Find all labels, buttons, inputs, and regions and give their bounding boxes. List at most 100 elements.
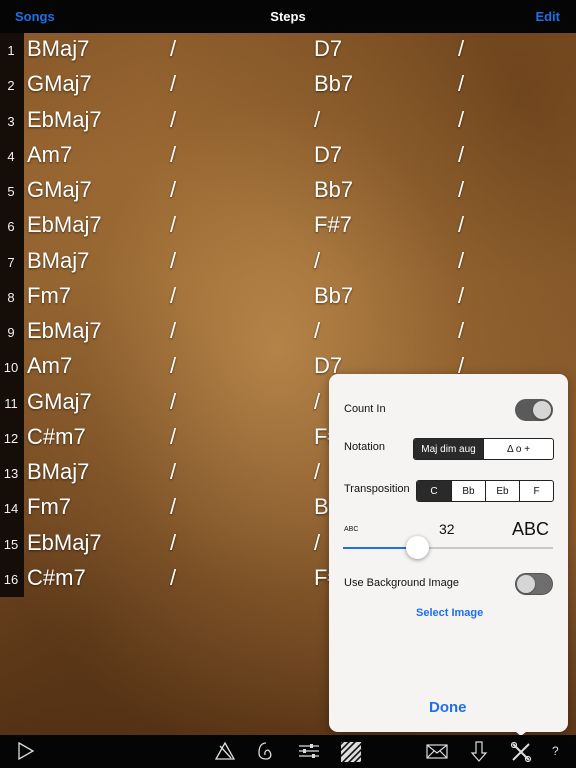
- background-image-switch[interactable]: [515, 573, 553, 595]
- transposition-option-c[interactable]: C: [417, 481, 451, 501]
- tools-icon[interactable]: [510, 741, 532, 763]
- bottom-toolbar: ?: [0, 735, 576, 768]
- chord-cell[interactable]: Am7: [27, 353, 72, 379]
- chord-cell[interactable]: /: [458, 142, 464, 168]
- chord-cell[interactable]: /: [170, 530, 176, 556]
- select-image-button[interactable]: Select Image: [416, 607, 483, 619]
- chord-cell[interactable]: /: [170, 459, 176, 485]
- chord-row[interactable]: 5 GMaj7 / Bb7 /: [0, 174, 576, 209]
- transposition-option-f[interactable]: F: [519, 481, 553, 501]
- chord-row[interactable]: 4 Am7 / D7 /: [0, 139, 576, 174]
- chord-cell[interactable]: /: [314, 389, 320, 415]
- row-number: 6: [7, 219, 15, 235]
- mixer-icon[interactable]: [298, 741, 320, 761]
- notation-segmented-control: Maj dim aug Δ o +: [413, 438, 554, 460]
- chord-cell[interactable]: Bb7: [314, 177, 353, 203]
- chord-cell[interactable]: F#7: [314, 212, 352, 238]
- chord-row[interactable]: 9 EbMaj7 / / /: [0, 315, 576, 350]
- help-icon[interactable]: ?: [552, 744, 559, 758]
- chord-cell[interactable]: /: [314, 248, 320, 274]
- chord-cell[interactable]: /: [458, 318, 464, 344]
- count-in-label: Count In: [344, 403, 386, 415]
- font-size-slider-thumb[interactable]: [405, 536, 429, 559]
- chord-cell[interactable]: EbMaj7: [27, 107, 102, 133]
- chord-cell[interactable]: /: [170, 248, 176, 274]
- chord-cell[interactable]: /: [170, 107, 176, 133]
- count-in-switch[interactable]: [515, 399, 553, 421]
- edit-button[interactable]: Edit: [535, 9, 560, 24]
- chord-cell[interactable]: BMaj7: [27, 36, 89, 62]
- font-size-value: 32: [439, 521, 455, 537]
- chord-row[interactable]: 7 BMaj7 / / /: [0, 245, 576, 280]
- chord-cell[interactable]: EbMaj7: [27, 318, 102, 344]
- pattern-icon[interactable]: [340, 741, 362, 763]
- chord-cell[interactable]: /: [170, 212, 176, 238]
- chord-row[interactable]: 1 BMaj7 / D7 /: [0, 33, 576, 68]
- chord-row[interactable]: 6 EbMaj7 / F#7 /: [0, 209, 576, 244]
- chord-cell[interactable]: GMaj7: [27, 177, 92, 203]
- notation-option-symbols[interactable]: Δ o +: [483, 439, 553, 459]
- chord-cell[interactable]: EbMaj7: [27, 212, 102, 238]
- chord-cell[interactable]: Am7: [27, 142, 72, 168]
- chord-cell[interactable]: /: [170, 318, 176, 344]
- download-icon[interactable]: [470, 741, 488, 762]
- chord-cell[interactable]: /: [170, 389, 176, 415]
- chord-cell[interactable]: /: [458, 36, 464, 62]
- chord-cell[interactable]: BMaj7: [27, 248, 89, 274]
- metronome-icon[interactable]: [256, 741, 276, 761]
- row-number: 10: [3, 360, 19, 376]
- chord-cell[interactable]: /: [314, 107, 320, 133]
- row-number: 1: [7, 43, 15, 58]
- chord-cell[interactable]: Bb7: [314, 71, 353, 97]
- chord-cell[interactable]: /: [170, 177, 176, 203]
- chord-cell[interactable]: /: [170, 36, 176, 62]
- row-number: 5: [7, 184, 15, 199]
- chord-cell[interactable]: /: [170, 142, 176, 168]
- chord-cell[interactable]: /: [170, 283, 176, 309]
- chord-cell[interactable]: D7: [314, 142, 342, 168]
- chord-row[interactable]: 8 Fm7 / Bb7 /: [0, 280, 576, 315]
- chord-cell[interactable]: /: [170, 353, 176, 379]
- chord-cell[interactable]: /: [458, 212, 464, 238]
- mail-icon[interactable]: [426, 741, 448, 761]
- chord-cell[interactable]: /: [314, 318, 320, 344]
- page-title: Steps: [270, 9, 306, 24]
- chord-cell[interactable]: /: [170, 71, 176, 97]
- settings-popover: [329, 374, 568, 732]
- chord-cell[interactable]: /: [314, 530, 320, 556]
- transposition-option-eb[interactable]: Eb: [485, 481, 519, 501]
- notation-option-standard[interactable]: Maj dim aug: [414, 439, 483, 459]
- clear-icon[interactable]: [214, 741, 236, 761]
- chord-cell[interactable]: C#m7: [27, 424, 86, 450]
- background-image-label: Use Background Image: [344, 577, 459, 589]
- chord-cell[interactable]: /: [170, 494, 176, 520]
- transposition-label: Transposition: [344, 483, 410, 495]
- chord-cell[interactable]: D7: [314, 36, 342, 62]
- chord-cell[interactable]: /: [458, 283, 464, 309]
- font-size-slider[interactable]: [343, 547, 553, 549]
- done-button[interactable]: Done: [429, 699, 467, 716]
- chord-cell[interactable]: EbMaj7: [27, 530, 102, 556]
- chord-cell[interactable]: /: [458, 177, 464, 203]
- chord-cell[interactable]: /: [314, 459, 320, 485]
- chord-cell[interactable]: /: [458, 248, 464, 274]
- chord-cell[interactable]: /: [170, 424, 176, 450]
- chord-cell[interactable]: /: [170, 565, 176, 591]
- row-number: 13: [3, 466, 19, 481]
- chord-cell[interactable]: GMaj7: [27, 71, 92, 97]
- play-icon[interactable]: [16, 741, 36, 761]
- chord-cell[interactable]: /: [458, 107, 464, 133]
- chord-cell[interactable]: /: [458, 71, 464, 97]
- transposition-option-bb[interactable]: Bb: [451, 481, 485, 501]
- chord-cell[interactable]: Fm7: [27, 494, 71, 520]
- chord-cell[interactable]: GMaj7: [27, 389, 92, 415]
- songs-button[interactable]: Songs: [15, 9, 55, 24]
- chord-cell[interactable]: BMaj7: [27, 459, 89, 485]
- transposition-segmented-control: C Bb Eb F: [416, 480, 554, 502]
- chord-row[interactable]: 2 GMaj7 / Bb7 /: [0, 68, 576, 103]
- row-number: 3: [7, 113, 15, 129]
- chord-cell[interactable]: Bb7: [314, 283, 353, 309]
- chord-cell[interactable]: C#m7: [27, 565, 86, 591]
- chord-row[interactable]: 3 EbMaj7 / / /: [0, 104, 576, 139]
- chord-cell[interactable]: Fm7: [27, 283, 71, 309]
